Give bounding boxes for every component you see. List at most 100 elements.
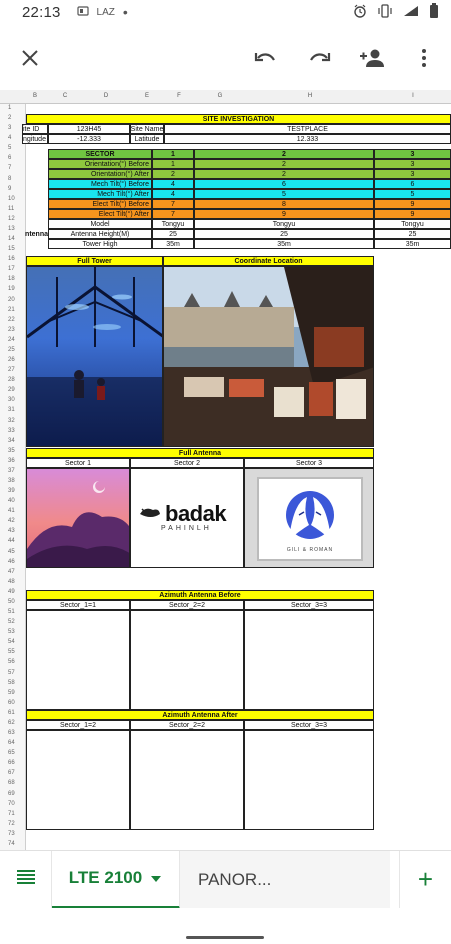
row-label[interactable]: 74: [0, 841, 26, 847]
site-id-label[interactable]: ite ID: [22, 124, 48, 134]
param-label[interactable]: Orientation(°) Before: [48, 159, 152, 169]
column-label[interactable]: E: [130, 93, 164, 99]
sector-1-photo[interactable]: [26, 468, 130, 568]
row-label[interactable]: 9: [0, 186, 26, 192]
tab-lte-2100[interactable]: LTE 2100: [52, 850, 180, 909]
model-label[interactable]: Model: [48, 219, 152, 229]
row-label[interactable]: 32: [0, 418, 26, 424]
row-label[interactable]: 35: [0, 448, 26, 454]
row-label[interactable]: 65: [0, 750, 26, 756]
chevron-down-icon[interactable]: [150, 868, 162, 888]
latitude-label[interactable]: Latitude: [130, 134, 164, 144]
column-label[interactable]: H: [245, 93, 375, 99]
azimuth-before-sector[interactable]: Sector_1=1: [26, 600, 130, 610]
sector-3-photo[interactable]: GILI & ROMAN: [244, 468, 374, 568]
row-label[interactable]: 36: [0, 458, 26, 464]
row-label[interactable]: 11: [0, 206, 26, 212]
home-gesture-bar[interactable]: [186, 936, 264, 939]
row-label[interactable]: 52: [0, 619, 26, 625]
row-label[interactable]: 24: [0, 337, 26, 343]
row-label[interactable]: 42: [0, 518, 26, 524]
azimuth-after-sector[interactable]: Sector_1=2: [26, 720, 130, 730]
model-value[interactable]: Tongyu: [374, 219, 451, 229]
antenna-sector-header[interactable]: Sector 1: [26, 458, 130, 468]
row-label[interactable]: 62: [0, 720, 26, 726]
site-name-value[interactable]: TESTPLACE: [164, 124, 451, 134]
full-tower-photo[interactable]: [26, 266, 163, 447]
row-label[interactable]: 54: [0, 639, 26, 645]
row-label[interactable]: 71: [0, 811, 26, 817]
azimuth-before-header[interactable]: Azimuth Antenna Before: [26, 590, 374, 600]
sector-1-header[interactable]: 1: [152, 149, 194, 159]
redo-button[interactable]: [303, 44, 335, 76]
spreadsheet-grid[interactable]: B C D E F G H I 1 2 3 4 5 6 7 8 9 10 11 12 13 14 15 16 1…: [0, 90, 451, 850]
longitude-value[interactable]: -12.333: [48, 134, 130, 144]
param-value[interactable]: 5: [374, 189, 451, 199]
sector-2-header[interactable]: 2: [194, 149, 374, 159]
row-label[interactable]: 28: [0, 377, 26, 383]
azimuth-before-image-slot[interactable]: [130, 610, 244, 710]
sector-label[interactable]: SECTOR: [48, 149, 152, 159]
row-label[interactable]: 31: [0, 407, 26, 413]
row-label[interactable]: 48: [0, 579, 26, 585]
row-label[interactable]: 6: [0, 155, 26, 161]
row-label[interactable]: 49: [0, 589, 26, 595]
row-label[interactable]: 8: [0, 176, 26, 182]
row-label[interactable]: 17: [0, 266, 26, 272]
row-label[interactable]: 61: [0, 710, 26, 716]
row-label[interactable]: 43: [0, 528, 26, 534]
full-tower-header[interactable]: Full Tower: [26, 256, 163, 266]
row-label[interactable]: 72: [0, 821, 26, 827]
azimuth-after-image-slot[interactable]: [244, 730, 374, 830]
tab-panorama[interactable]: PANOR...: [180, 850, 390, 909]
row-label[interactable]: 20: [0, 297, 26, 303]
row-label[interactable]: 10: [0, 196, 26, 202]
row-label[interactable]: 16: [0, 256, 26, 262]
row-label[interactable]: 19: [0, 286, 26, 292]
param-value[interactable]: 4: [152, 189, 194, 199]
row-label[interactable]: 56: [0, 659, 26, 665]
antenna-label[interactable]: ntenna: [22, 219, 48, 249]
row-label[interactable]: 67: [0, 770, 26, 776]
row-label[interactable]: 21: [0, 307, 26, 313]
row-label[interactable]: 29: [0, 387, 26, 393]
param-value[interactable]: 2: [194, 159, 374, 169]
close-button[interactable]: [14, 44, 46, 76]
azimuth-after-sector[interactable]: Sector_2=2: [130, 720, 244, 730]
param-value[interactable]: 7: [152, 209, 194, 219]
height-value[interactable]: 25: [374, 229, 451, 239]
row-label[interactable]: 7: [0, 165, 26, 171]
tower-value[interactable]: 35m: [374, 239, 451, 249]
param-value[interactable]: 1: [152, 159, 194, 169]
height-label[interactable]: Antenna Height(M): [48, 229, 152, 239]
param-value[interactable]: 2: [152, 169, 194, 179]
azimuth-before-image-slot[interactable]: [26, 610, 130, 710]
row-label[interactable]: 47: [0, 569, 26, 575]
row-label[interactable]: 25: [0, 347, 26, 353]
column-label[interactable]: F: [164, 93, 194, 99]
site-id-value[interactable]: 123H45: [48, 124, 130, 134]
azimuth-before-sector[interactable]: Sector_2=2: [130, 600, 244, 610]
sector-3-header[interactable]: 3: [374, 149, 451, 159]
azimuth-after-image-slot[interactable]: [130, 730, 244, 830]
azimuth-after-sector[interactable]: Sector_3=3: [244, 720, 374, 730]
azimuth-before-image-slot[interactable]: [244, 610, 374, 710]
title-cell[interactable]: SITE INVESTIGATION: [26, 114, 451, 124]
row-label[interactable]: 45: [0, 549, 26, 555]
antenna-sector-header[interactable]: Sector 2: [130, 458, 244, 468]
azimuth-after-header[interactable]: Azimuth Antenna After: [26, 710, 374, 720]
row-label[interactable]: 53: [0, 629, 26, 635]
tower-value[interactable]: 35m: [152, 239, 194, 249]
row-label[interactable]: 69: [0, 791, 26, 797]
param-label[interactable]: Orientation(°) After: [48, 169, 152, 179]
row-label[interactable]: 34: [0, 438, 26, 444]
row-label[interactable]: 73: [0, 831, 26, 837]
site-name-label[interactable]: Site Name: [130, 124, 164, 134]
column-label[interactable]: I: [375, 93, 451, 99]
param-value[interactable]: 9: [374, 209, 451, 219]
row-label[interactable]: 40: [0, 498, 26, 504]
row-label[interactable]: 57: [0, 670, 26, 676]
azimuth-before-sector[interactable]: Sector_3=3: [244, 600, 374, 610]
param-value[interactable]: 8: [194, 199, 374, 209]
row-label[interactable]: 22: [0, 317, 26, 323]
